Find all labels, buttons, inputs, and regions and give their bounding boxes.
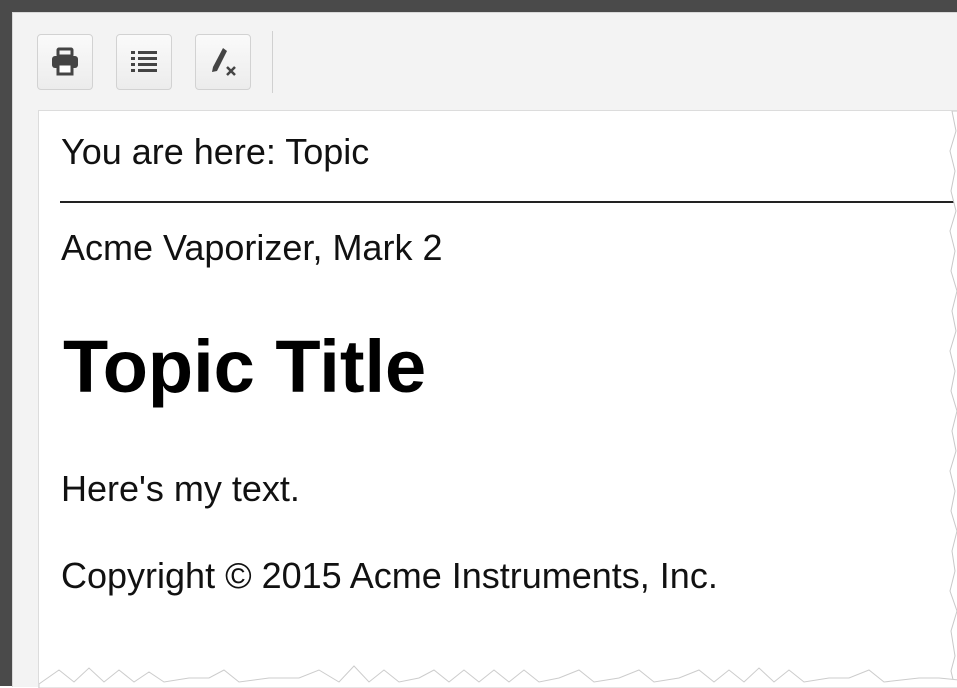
app-frame: You are here: Topic Acme Vaporizer, Mark… [0, 0, 957, 688]
toolbar-separator [272, 31, 273, 93]
editor-toolbar [13, 13, 957, 109]
clear-format-icon [212, 48, 236, 76]
torn-edge-right [949, 111, 957, 688]
torn-edge-bottom [39, 665, 957, 688]
breadcrumb-divider [60, 201, 957, 203]
print-button[interactable] [37, 34, 93, 90]
topic-preview[interactable]: You are here: Topic Acme Vaporizer, Mark… [38, 110, 957, 688]
topic-editor-window: You are here: Topic Acme Vaporizer, Mark… [12, 12, 957, 688]
breadcrumb: You are here: Topic [61, 131, 370, 172]
list-button[interactable] [116, 34, 172, 90]
printer-icon [52, 47, 78, 76]
clear-formatting-button[interactable] [195, 34, 251, 90]
copyright-notice: Copyright © 2015 Acme Instruments, Inc. [61, 555, 718, 596]
list-icon [131, 51, 157, 72]
product-name: Acme Vaporizer, Mark 2 [61, 227, 443, 268]
topic-title: Topic Title [63, 325, 427, 408]
topic-body: Here's my text. [61, 468, 300, 509]
